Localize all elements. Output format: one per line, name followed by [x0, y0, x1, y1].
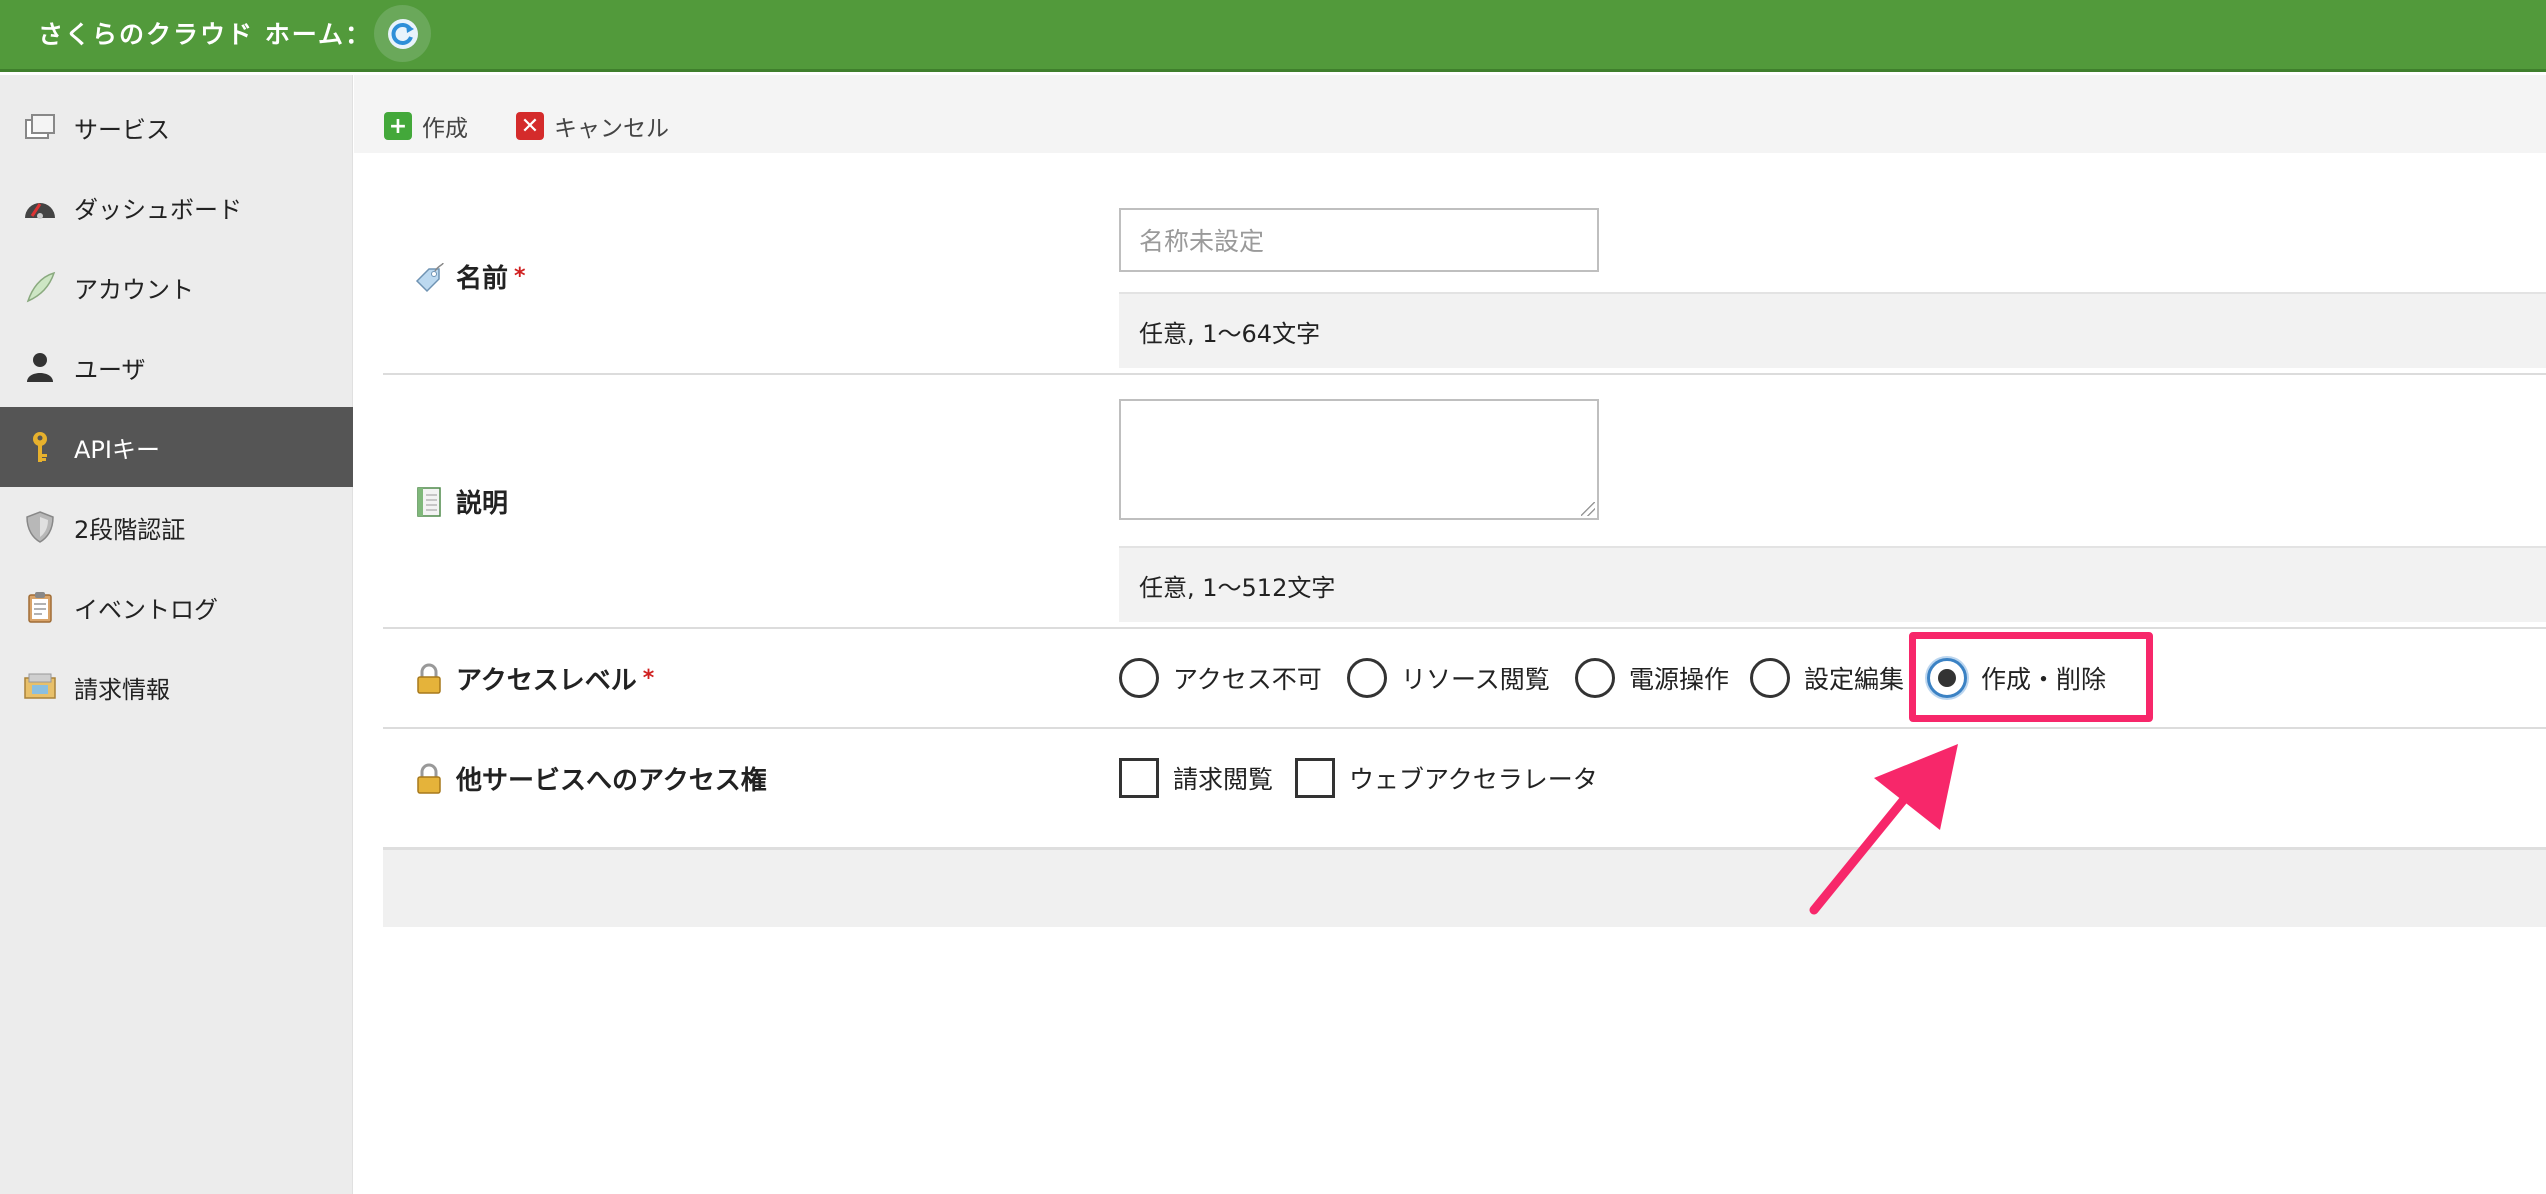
- radio-label: 電源操作: [1629, 665, 1730, 694]
- access-radio-power[interactable]: 電源操作: [1575, 656, 1729, 700]
- user-icon: [22, 349, 58, 385]
- tag-icon: [412, 260, 446, 294]
- key-icon: [22, 429, 58, 465]
- annotation-highlight-box: [1909, 632, 2153, 722]
- services-icon: [22, 109, 58, 145]
- radio-circle[interactable]: [1750, 658, 1790, 698]
- create-button[interactable]: + 作成: [384, 109, 468, 143]
- required-mark: *: [642, 666, 655, 691]
- description-field-label: 説明: [412, 483, 508, 520]
- checkbox-box[interactable]: [1119, 758, 1159, 798]
- radio-label: リソース閲覧: [1401, 665, 1550, 694]
- annotation-arrow-icon: [1809, 744, 1958, 915]
- description-textarea[interactable]: [1119, 399, 1599, 520]
- divider: [383, 627, 2546, 629]
- billing-icon: [22, 669, 58, 705]
- close-icon: ✕: [516, 112, 544, 140]
- top-bar: さくらのクラウド ホーム：: [0, 0, 2546, 72]
- checkbox-label: ウェブアクセラレータ: [1349, 765, 1598, 794]
- access-level-label-text: アクセスレベル: [456, 666, 637, 696]
- checkbox-label: 請求閲覧: [1173, 765, 1274, 794]
- checkbox-billing-view[interactable]: 請求閲覧: [1119, 756, 1273, 800]
- sidebar-item-two-factor[interactable]: 2段階認証: [0, 487, 353, 567]
- resize-grip-icon[interactable]: [1581, 502, 1595, 516]
- radio-label: 設定編集: [1804, 665, 1905, 694]
- sidebar-item-label: ユーザ: [74, 355, 146, 384]
- sidebar-item-services[interactable]: サービス: [0, 87, 353, 167]
- divider: [383, 727, 2546, 729]
- description-hint: 任意, 1〜512文字: [1119, 546, 2546, 622]
- shield-icon: [22, 509, 58, 545]
- sidebar-item-billing[interactable]: 請求情報: [0, 647, 353, 727]
- required-mark: *: [514, 264, 526, 289]
- checkbox-web-accelerator[interactable]: ウェブアクセラレータ: [1295, 756, 1598, 800]
- dashboard-icon: [22, 189, 58, 225]
- feather-icon: [22, 269, 58, 305]
- radio-label: アクセス不可: [1173, 665, 1322, 694]
- radio-circle[interactable]: [1575, 658, 1615, 698]
- other-access-label-text: 他サービスへのアクセス権: [456, 766, 767, 796]
- other-access-label: 他サービスへのアクセス権: [412, 760, 767, 797]
- name-input[interactable]: 名称未設定: [1119, 208, 1599, 272]
- cancel-button-label: キャンセル: [554, 116, 669, 142]
- sidebar-item-label: イベントログ: [74, 595, 218, 624]
- sidebar-item-label: APIキー: [74, 435, 160, 464]
- description-label-text: 説明: [456, 489, 509, 519]
- sidebar: サービス ダッシュボード アカウント ユーザ APIキー 2段階認証 イベントロ…: [0, 75, 353, 1194]
- sidebar-item-account[interactable]: アカウント: [0, 247, 353, 327]
- create-button-label: 作成: [422, 116, 468, 142]
- app-title[interactable]: さくらのクラウド ホーム：: [38, 15, 372, 51]
- sidebar-item-label: アカウント: [74, 275, 194, 304]
- access-radio-none[interactable]: アクセス不可: [1119, 656, 1322, 700]
- radio-circle[interactable]: [1347, 658, 1387, 698]
- radio-circle[interactable]: [1119, 658, 1159, 698]
- access-radio-edit[interactable]: 設定編集: [1750, 656, 1904, 700]
- toolbar: + 作成 ✕ キャンセル: [354, 75, 2546, 153]
- name-label-text: 名前: [456, 264, 509, 294]
- sidebar-item-user[interactable]: ユーザ: [0, 327, 353, 407]
- sidebar-item-api-key[interactable]: APIキー: [0, 407, 353, 487]
- name-input-placeholder: 名称未設定: [1139, 227, 1265, 256]
- checkbox-box[interactable]: [1295, 758, 1335, 798]
- sidebar-item-event-log[interactable]: イベントログ: [0, 567, 353, 647]
- sidebar-item-label: 請求情報: [74, 675, 170, 704]
- access-radio-read[interactable]: リソース閲覧: [1347, 656, 1550, 700]
- sidebar-item-dashboard[interactable]: ダッシュボード: [0, 167, 353, 247]
- sidebar-item-label: 2段階認証: [74, 515, 186, 544]
- plus-icon: +: [384, 112, 412, 140]
- refresh-icon[interactable]: [374, 5, 431, 62]
- form-footer: [383, 847, 2546, 927]
- name-field-label: 名前 *: [412, 258, 526, 295]
- name-hint: 任意, 1〜64文字: [1119, 292, 2546, 368]
- lock-icon: [412, 662, 446, 696]
- sidebar-item-label: ダッシュボード: [74, 195, 242, 224]
- divider: [383, 373, 2546, 375]
- lock-icon: [412, 762, 446, 796]
- access-level-label: アクセスレベル *: [412, 660, 654, 697]
- clipboard-icon: [22, 589, 58, 625]
- cancel-button[interactable]: ✕ キャンセル: [516, 109, 669, 143]
- notepad-icon: [412, 485, 446, 519]
- sidebar-item-label: サービス: [74, 115, 170, 144]
